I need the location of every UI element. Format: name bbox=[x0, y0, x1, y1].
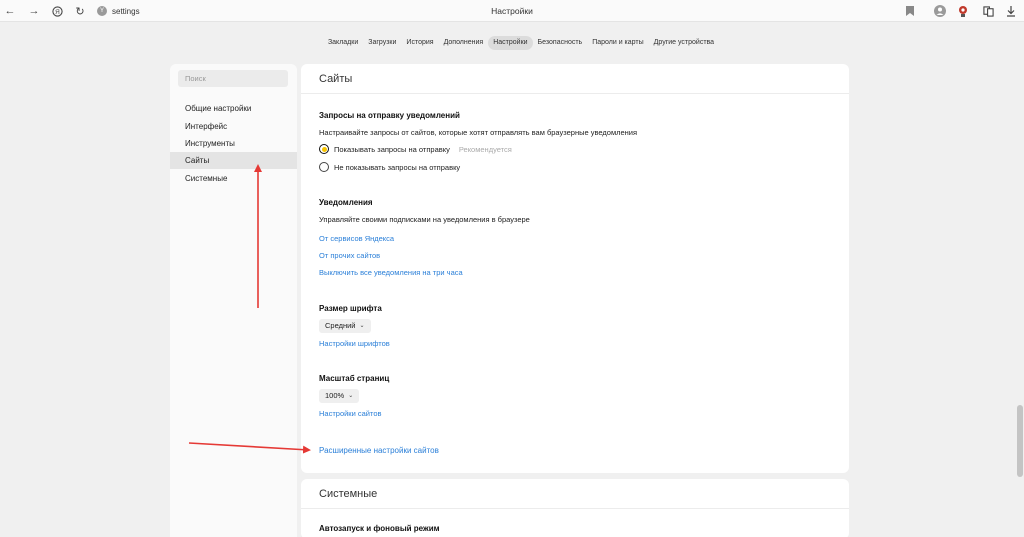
tab-security[interactable]: Безопасность bbox=[533, 36, 588, 50]
sidebar-item-general[interactable]: Общие настройки bbox=[170, 100, 297, 117]
sites-card-header: Сайты bbox=[301, 64, 849, 94]
window-title: Настройки bbox=[491, 6, 533, 16]
system-card-header: Системные bbox=[301, 479, 849, 509]
chevron-down-icon: ⌄ bbox=[359, 323, 365, 329]
tab-bookmarks[interactable]: Закладки bbox=[323, 36, 363, 50]
link-disable-notifications[interactable]: Выключить все уведомления на три часа bbox=[319, 268, 463, 277]
address-bar[interactable]: Y settings bbox=[97, 4, 140, 18]
page-zoom-title: Масштаб страниц bbox=[319, 374, 390, 383]
notifications-title: Уведомления bbox=[319, 198, 373, 207]
tab-settings[interactable]: Настройки bbox=[488, 36, 533, 50]
svg-text:Я: Я bbox=[55, 8, 60, 15]
settings-tabs: Закладки Загрузки История Дополнения Нас… bbox=[0, 36, 1024, 50]
scrollbar-thumb[interactable] bbox=[1017, 405, 1023, 477]
site-icon: Y bbox=[97, 6, 107, 16]
system-title: Системные bbox=[319, 488, 378, 500]
sidebar-item-interface[interactable]: Интерфейс bbox=[170, 118, 297, 135]
radio-unchecked-icon[interactable] bbox=[319, 162, 329, 172]
font-size-value: Средний bbox=[325, 321, 356, 330]
link-yandex-services[interactable]: От сервисов Яндекса bbox=[319, 234, 394, 243]
page-zoom-select[interactable]: 100% ⌄ bbox=[319, 389, 360, 403]
tab-other-devices[interactable]: Другие устройства bbox=[649, 36, 719, 50]
link-advanced-site-settings[interactable]: Расширенные настройки сайтов bbox=[319, 446, 439, 455]
tab-history[interactable]: История bbox=[401, 36, 438, 50]
sidebar-item-sites[interactable]: Сайты bbox=[170, 152, 297, 169]
tab-extensions[interactable]: Дополнения bbox=[439, 36, 489, 50]
address-text: settings bbox=[112, 6, 140, 16]
settings-sidebar: Поиск Общие настройки Интерфейс Инструме… bbox=[170, 64, 297, 537]
back-icon[interactable]: ← bbox=[2, 3, 18, 19]
notifications-desc: Управляйте своими подписками на уведомле… bbox=[319, 215, 530, 224]
link-site-settings[interactable]: Настройки сайтов bbox=[319, 409, 381, 418]
bookmark-icon[interactable] bbox=[902, 3, 918, 19]
chevron-down-icon: ⌄ bbox=[348, 393, 354, 399]
sites-title: Сайты bbox=[319, 73, 353, 85]
sidebar-item-system[interactable]: Системные bbox=[170, 170, 297, 187]
sidebar-item-tools[interactable]: Инструменты bbox=[170, 135, 297, 152]
sites-card: Сайты Запросы на отправку уведомлений На… bbox=[301, 64, 849, 473]
reload-icon[interactable]: ↻ bbox=[72, 3, 88, 19]
font-size-title: Размер шрифта bbox=[319, 304, 382, 313]
link-other-sites[interactable]: От прочих сайтов bbox=[319, 251, 380, 260]
profile-icon[interactable] bbox=[932, 3, 948, 19]
radio-show-label: Показывать запросы на отправку bbox=[334, 144, 450, 154]
forward-icon[interactable]: → bbox=[26, 3, 42, 19]
page-scrollbar[interactable] bbox=[1016, 22, 1024, 537]
recommended-hint: Рекомендуется bbox=[458, 144, 512, 154]
tab-downloads[interactable]: Загрузки bbox=[363, 36, 401, 50]
radio-hide-label: Не показывать запросы на отправку bbox=[334, 162, 461, 172]
search-input[interactable]: Поиск bbox=[178, 70, 288, 87]
yandex-icon[interactable]: Я bbox=[49, 3, 65, 19]
system-card: Системные Автозапуск и фоновый режим bbox=[301, 479, 849, 537]
link-font-settings[interactable]: Настройки шрифтов bbox=[319, 339, 390, 348]
download-icon[interactable] bbox=[1003, 3, 1019, 19]
radio-hide-requests[interactable]: Не показывать запросы на отправку bbox=[319, 162, 460, 172]
collections-icon[interactable] bbox=[980, 3, 996, 19]
extension-icon[interactable] bbox=[955, 3, 971, 19]
tab-passwords[interactable]: Пароли и карты bbox=[587, 36, 648, 50]
radio-checked-icon[interactable] bbox=[319, 144, 329, 154]
notif-requests-desc: Настраивайте запросы от сайтов, которые … bbox=[319, 128, 638, 137]
page-zoom-value: 100% bbox=[325, 391, 345, 400]
font-size-select[interactable]: Средний ⌄ bbox=[319, 319, 371, 333]
notif-requests-title: Запросы на отправку уведомлений bbox=[319, 111, 460, 120]
autostart-title: Автозапуск и фоновый режим bbox=[319, 524, 440, 533]
radio-show-requests[interactable]: Показывать запросы на отправку Рекоменду… bbox=[319, 144, 512, 154]
browser-toolbar: ← → Я ↻ Y settings Настройки bbox=[0, 0, 1024, 22]
